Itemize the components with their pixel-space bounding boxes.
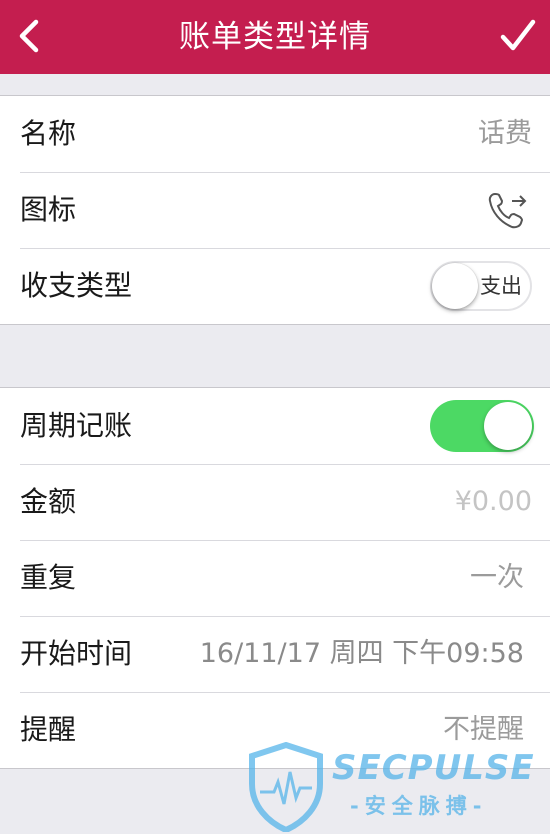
type-row: 收支类型 支出 bbox=[0, 248, 550, 324]
recurring-section: 周期记账 金额 ¥0.00 重复 一次 开始时间 16/11/17 周四 下午0… bbox=[0, 387, 550, 769]
reminder-row[interactable]: 提醒 不提醒 bbox=[0, 692, 550, 768]
recurring-switch[interactable] bbox=[430, 400, 534, 452]
name-label: 名称 bbox=[20, 117, 77, 150]
repeat-label: 重复 bbox=[20, 561, 77, 594]
start-time-value[interactable]: 16/11/17 周四 下午09:58 bbox=[200, 616, 524, 692]
amount-input[interactable]: ¥0.00 bbox=[455, 464, 532, 540]
repeat-value[interactable]: 一次 bbox=[470, 540, 524, 616]
checkmark-icon[interactable] bbox=[500, 18, 536, 54]
reminder-label: 提醒 bbox=[20, 713, 77, 746]
recurring-row: 周期记账 bbox=[0, 388, 550, 464]
start-time-label: 开始时间 bbox=[20, 637, 133, 670]
type-switch-label: 支出 bbox=[480, 274, 522, 298]
name-row[interactable]: 名称 话费 bbox=[0, 96, 550, 172]
repeat-row[interactable]: 重复 一次 bbox=[0, 540, 550, 616]
switch-knob bbox=[484, 402, 532, 450]
reminder-value[interactable]: 不提醒 bbox=[443, 692, 524, 768]
start-time-row[interactable]: 开始时间 16/11/17 周四 下午09:58 bbox=[0, 616, 550, 692]
icon-label: 图标 bbox=[20, 193, 77, 226]
name-value[interactable]: 话费 bbox=[478, 96, 532, 172]
phone-outgoing-icon[interactable] bbox=[486, 190, 528, 232]
amount-row[interactable]: 金额 ¥0.00 bbox=[0, 464, 550, 540]
amount-label: 金额 bbox=[20, 485, 77, 518]
type-label: 收支类型 bbox=[20, 269, 133, 302]
recurring-label: 周期记账 bbox=[20, 409, 133, 442]
basic-info-section: 名称 话费 图标 收支类型 支出 bbox=[0, 95, 550, 325]
page-title: 账单类型详情 bbox=[179, 19, 371, 55]
icon-row[interactable]: 图标 bbox=[0, 172, 550, 248]
type-switch[interactable]: 支出 bbox=[430, 261, 532, 311]
watermark-subtitle: -安全脉搏- bbox=[350, 794, 488, 818]
navigation-bar: 账单类型详情 bbox=[0, 0, 550, 74]
switch-knob bbox=[432, 263, 478, 309]
